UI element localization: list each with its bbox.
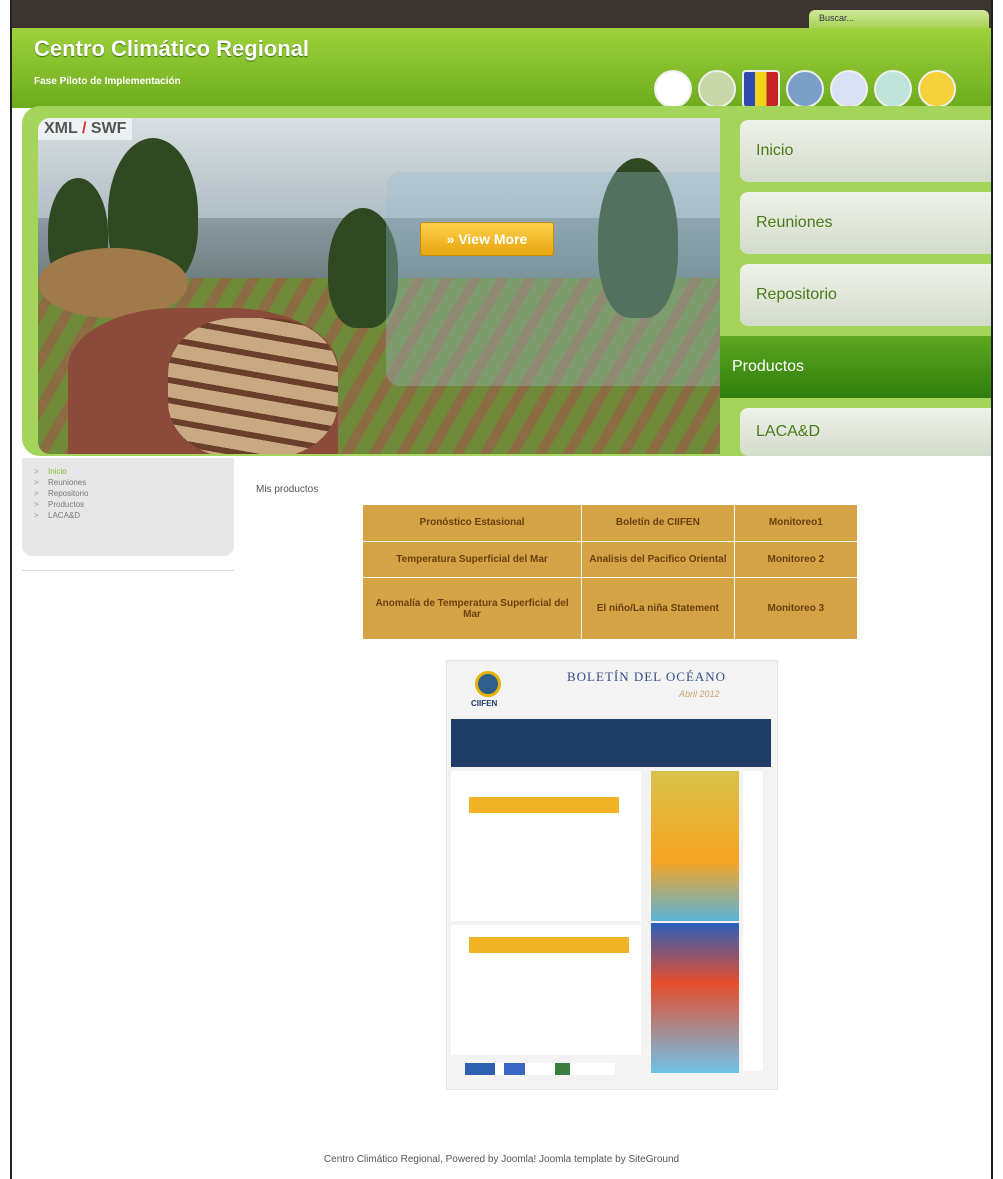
hero-slideshow[interactable]: XML / SWF <box>38 118 720 454</box>
product-link[interactable]: Monitoreo1 <box>733 504 859 542</box>
bulletin-preview-image[interactable]: CIIFEN BOLETÍN DEL OCÉANO Abril 2012 <box>446 660 778 1090</box>
footer-text: Centro Climático Regional, Powered by Jo… <box>323 1154 680 1165</box>
slash-label: / <box>81 120 87 137</box>
sea-temperature-map <box>651 771 739 921</box>
sidebar-item-productos[interactable]: > Productos <box>34 499 234 510</box>
bulletin-intro-block <box>451 719 771 767</box>
sidebar-item-label: LACA&D <box>48 511 81 520</box>
xml-swf-label: XML / SWF <box>38 118 133 140</box>
table-row: Anomalía de Temperatura Superficial del … <box>361 577 859 640</box>
sidebar-item-label: Repositorio <box>48 489 89 498</box>
menu-item-productos[interactable]: Productos <box>720 336 991 398</box>
left-scroll-edge <box>0 0 12 1179</box>
logo-emblem-icon <box>698 70 736 108</box>
swf-label: SWF <box>90 120 127 137</box>
browser-page: Buscar... Centro Climático Regional Fase… <box>0 0 1003 1179</box>
site-title[interactable]: Centro Climático Regional <box>34 36 309 62</box>
view-more-button[interactable]: » View More <box>420 222 554 256</box>
product-link[interactable]: El niño/La niña Statement <box>581 577 735 640</box>
sidebar-item-label: Inicio <box>48 467 67 476</box>
menu-item-repositorio[interactable]: Repositorio <box>740 264 991 326</box>
logo-eye-icon <box>874 70 912 108</box>
chevron-right-icon: > <box>34 478 39 487</box>
logo-globe-icon <box>786 70 824 108</box>
product-link[interactable]: Pronóstico Estasional <box>361 504 583 542</box>
bulletin-section <box>451 771 641 921</box>
product-link[interactable]: Anomalía de Temperatura Superficial del … <box>361 577 583 640</box>
hero-overlay-panel <box>386 172 720 386</box>
bulletin-org: CIIFEN <box>471 699 498 708</box>
table-row: Pronóstico Estasional Boletín de CIIFEN … <box>361 504 859 542</box>
menu-item-reuniones[interactable]: Reuniones <box>740 192 991 254</box>
menu-item-lacad[interactable]: LACA&D <box>740 408 991 456</box>
logo-seal-icon <box>654 70 692 108</box>
bulletin-side-strip <box>743 771 763 1071</box>
sidebar-item-lacad[interactable]: > LACA&D <box>34 510 234 521</box>
sidebar-item-inicio[interactable]: > Inicio <box>34 466 234 477</box>
product-link[interactable]: Boletín de CIIFEN <box>581 504 735 542</box>
search-input[interactable]: Buscar... <box>809 10 989 28</box>
products-table: Pronóstico Estasional Boletín de CIIFEN … <box>361 504 859 640</box>
menu-item-inicio[interactable]: Inicio <box>740 120 991 182</box>
product-link[interactable]: Temperatura Superficial del Mar <box>361 540 583 579</box>
sidebar-item-reuniones[interactable]: > Reuniones <box>34 477 234 488</box>
right-scroll-edge <box>991 0 1003 1179</box>
content-heading: Mis productos <box>256 484 319 495</box>
left-sidebar: > Inicio > Reuniones > Repositorio > Product… <box>22 458 234 556</box>
bulletin-partner-logos <box>465 1063 615 1075</box>
product-link[interactable]: Monitoreo 3 <box>733 577 859 640</box>
chevron-right-icon: > <box>34 467 39 476</box>
site-header: Centro Climático Regional Fase Piloto de… <box>12 28 991 108</box>
xml-label: XML <box>44 120 78 137</box>
chevron-right-icon: > <box>34 489 39 498</box>
sidebar-item-label: Productos <box>48 500 85 509</box>
bulletin-section-heading <box>469 937 629 953</box>
product-link[interactable]: Monitoreo 2 <box>733 540 859 579</box>
table-row: Temperatura Superficial del Mar Analisis… <box>361 540 859 579</box>
sidebar-item-repositorio[interactable]: > Repositorio <box>34 488 234 499</box>
logo-flag-icon <box>742 70 780 108</box>
logo-ring-icon <box>830 70 868 108</box>
bulletin-date: Abril 2012 <box>679 689 720 699</box>
partner-logos <box>654 62 991 108</box>
site-subtitle: Fase Piloto de Implementación <box>34 76 181 87</box>
sea-anomaly-map <box>651 923 739 1073</box>
logo-ciifen-icon <box>918 70 956 108</box>
sidebar-divider <box>22 570 234 571</box>
product-link[interactable]: Analisis del Pacifico Oriental <box>581 540 735 579</box>
ciifen-logo-icon <box>475 671 501 697</box>
sidebar-item-label: Reuniones <box>48 478 87 487</box>
hero-bundle <box>168 318 338 454</box>
bulletin-section-heading <box>469 797 619 813</box>
bulletin-title: BOLETÍN DEL OCÉANO <box>567 669 727 684</box>
chevron-right-icon: > <box>34 500 39 509</box>
chevron-right-icon: > <box>34 511 39 520</box>
main-menu: Inicio Reuniones Repositorio Productos L… <box>720 110 991 456</box>
